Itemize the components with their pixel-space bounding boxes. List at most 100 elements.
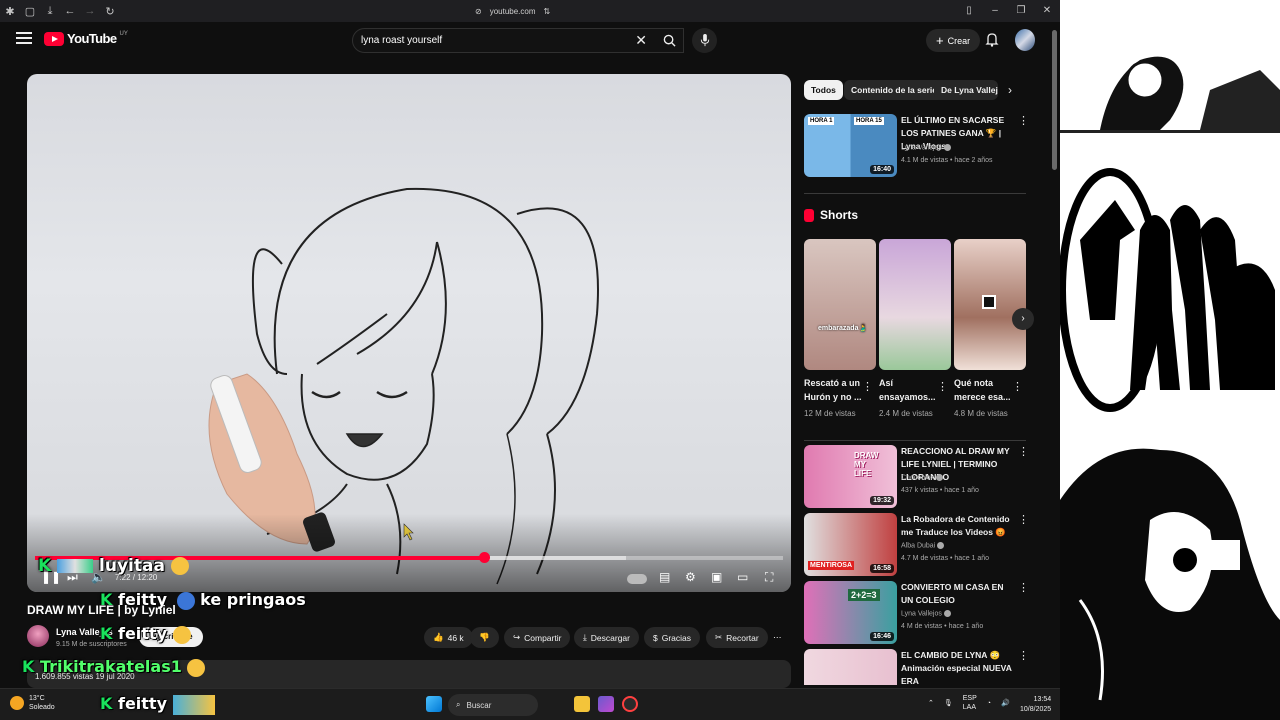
more-options-icon[interactable]: ⋮ [1018, 649, 1026, 662]
address-bar[interactable]: ⊘ youtube.com ⇅ [475, 3, 585, 19]
related-title[interactable]: La Robadora de Contenido me Traduce los … [901, 513, 1013, 539]
minimize-icon[interactable]: – [982, 0, 1008, 22]
close-icon[interactable]: ✕ [1034, 0, 1060, 22]
chip-all[interactable]: Todos [804, 80, 843, 100]
thanks-button[interactable]: $ Gracias [644, 627, 701, 648]
clock-date: 10/8/2025 [1020, 706, 1052, 713]
file-explorer-icon[interactable] [574, 696, 590, 712]
taskbar-search[interactable]: ⌕ Buscar [448, 694, 538, 716]
search-input[interactable]: lyna roast yourself ✕ [352, 28, 684, 53]
search-button[interactable] [652, 28, 686, 53]
page-scrollbar[interactable] [1049, 22, 1060, 688]
side-art-panel [1060, 0, 1280, 720]
fullscreen-icon[interactable]: ⛶ [765, 570, 773, 585]
related-title[interactable]: EL CAMBIO DE LYNA 😳 Animación especial N… [901, 649, 1013, 685]
menu-icon[interactable] [16, 32, 32, 46]
reload-icon[interactable]: ↻ [100, 5, 120, 18]
related-video[interactable]: HORA 1 HORA 15 16:40 EL ÚLTIMO EN SACARS… [804, 114, 1029, 180]
bell-icon [985, 33, 999, 47]
clip-button[interactable]: ✂ Recortar [706, 627, 768, 648]
short-thumbnail[interactable] [879, 239, 951, 370]
shorts-label: Shorts [820, 208, 859, 222]
video-thumbnail[interactable]: HORA 1 HORA 15 16:40 [804, 114, 897, 177]
clip-label: Recortar [726, 632, 759, 643]
more-options-icon[interactable]: ⋮ [1012, 380, 1023, 393]
autoplay-toggle[interactable] [627, 574, 647, 584]
wifi-icon[interactable]: ◔ [987, 700, 991, 707]
window-controls: ▯ – ❐ ✕ [956, 0, 1060, 22]
more-actions-button[interactable]: ⋯ [768, 627, 787, 648]
clear-search-icon[interactable]: ✕ [635, 32, 647, 49]
forward-icon[interactable]: → [80, 5, 100, 17]
scrubber-handle[interactable] [478, 552, 490, 563]
voice-search-button[interactable] [692, 28, 717, 53]
related-video[interactable]: DRAW MY LIFE 19:32 REACCIONO AL DRAW MY … [804, 445, 1029, 509]
related-video[interactable]: MENTIROSA 16:58 La Robadora de Contenido… [804, 513, 1029, 577]
short-title[interactable]: Rescató a un Hurón y no ... [804, 376, 862, 404]
subtitles-icon[interactable]: ▤ [659, 570, 670, 584]
chevron-up-icon[interactable]: ⌃ [928, 699, 934, 707]
short-thumbnail[interactable] [954, 239, 1026, 370]
back-icon[interactable]: ← [60, 5, 80, 17]
tune-icon[interactable]: ⇅ [544, 7, 551, 16]
notifications-button[interactable] [985, 32, 999, 52]
plus-icon: + [936, 33, 944, 48]
more-options-icon[interactable]: ⋮ [1018, 114, 1029, 127]
browser-menu-icon[interactable]: ✱ [0, 5, 20, 18]
verified-icon [937, 542, 945, 549]
like-button[interactable]: 👍 46 k [424, 627, 473, 648]
video-thumbnail[interactable]: DRAW MY LIFE 19:32 [804, 445, 897, 508]
app-icon[interactable] [598, 696, 614, 712]
weather-widget[interactable]: 13°C Soleado [10, 694, 55, 712]
dislike-button[interactable]: 👎 [470, 627, 499, 648]
theater-mode-icon[interactable]: ▭ [737, 570, 748, 584]
volume-tray-icon[interactable]: 🔊 [1001, 699, 1010, 707]
search-query: lyna roast yourself [361, 35, 443, 46]
miniplayer-icon[interactable]: ▣ [711, 570, 722, 584]
youtube-logo[interactable]: YouTube UY [44, 31, 128, 46]
more-options-icon[interactable]: ⋮ [1018, 513, 1029, 526]
system-clock[interactable]: 13:54 10/8/2025 [1020, 695, 1051, 715]
video-thumbnail[interactable] [804, 649, 897, 685]
system-tray: ⌃ 🎙 ESP LAA ◔ 🔊 [928, 694, 1010, 712]
related-channel[interactable]: Lyna Vallejos [901, 610, 951, 617]
create-label: Crear [947, 35, 971, 46]
more-options-icon[interactable]: ⋮ [862, 380, 873, 393]
share-button[interactable]: ↪ Compartir [504, 627, 571, 648]
lang-primary: ESP [962, 695, 977, 702]
short-title[interactable]: Qué nota merece esa... [954, 376, 1012, 404]
video-thumbnail[interactable]: 2+2=3 16:46 [804, 581, 897, 644]
chevron-right-icon[interactable]: › [1008, 83, 1012, 97]
video-player[interactable]: ❚❚ ⏭ 🔈 7:22 / 12:20 ▤ ⚙ ▣ ▭ ⛶ [27, 74, 791, 592]
create-button[interactable]: + Crear [926, 29, 981, 52]
download-button[interactable]: ⤓ Descargar [574, 627, 639, 648]
more-options-icon[interactable]: ⋮ [1018, 581, 1029, 594]
video-thumbnail[interactable]: MENTIROSA 16:58 [804, 513, 897, 576]
browser-app-icon[interactable] [622, 696, 638, 712]
shorts-next-button[interactable]: › [1012, 308, 1034, 330]
scrollbar-thumb[interactable] [1052, 30, 1057, 170]
sidebar-toggle-icon[interactable]: ▢ [20, 5, 40, 18]
user-avatar[interactable] [1015, 29, 1035, 51]
microphone-tray-icon[interactable]: 🎙 [944, 699, 953, 707]
related-video[interactable]: EL CAMBIO DE LYNA 😳 Animación especial N… [804, 649, 1026, 685]
maximize-icon[interactable]: ❐ [1008, 0, 1034, 22]
settings-icon[interactable]: ⚙ [685, 570, 696, 584]
channel-avatar[interactable] [27, 625, 49, 647]
language-indicator[interactable]: ESP LAA [963, 694, 977, 712]
panel-icon[interactable]: ▯ [956, 0, 982, 22]
chip-from-channel[interactable]: De Lyna Vallejos [934, 80, 998, 100]
related-video[interactable]: 2+2=3 16:46 CONVIERTO MI CASA EN UN COLE… [804, 581, 1029, 645]
short-title[interactable]: Así ensayamos... [879, 376, 937, 404]
start-icon[interactable] [426, 696, 442, 712]
download-icon[interactable]: ⤓ [40, 5, 60, 18]
related-channel[interactable]: Alba Dubai [901, 542, 945, 549]
related-title[interactable]: CONVIERTO MI CASA EN UN COLEGIO [901, 581, 1013, 607]
more-options-icon[interactable]: ⋮ [1018, 445, 1029, 458]
chip-series[interactable]: Contenido de la serie [844, 80, 944, 100]
related-channel[interactable]: Lyna Vallejos [901, 144, 951, 151]
short-thumbnail[interactable]: embarazada🫃 [804, 239, 876, 370]
related-channel[interactable]: Chocoblox [901, 474, 944, 481]
emote-icon [172, 694, 215, 715]
more-options-icon[interactable]: ⋮ [937, 380, 948, 393]
